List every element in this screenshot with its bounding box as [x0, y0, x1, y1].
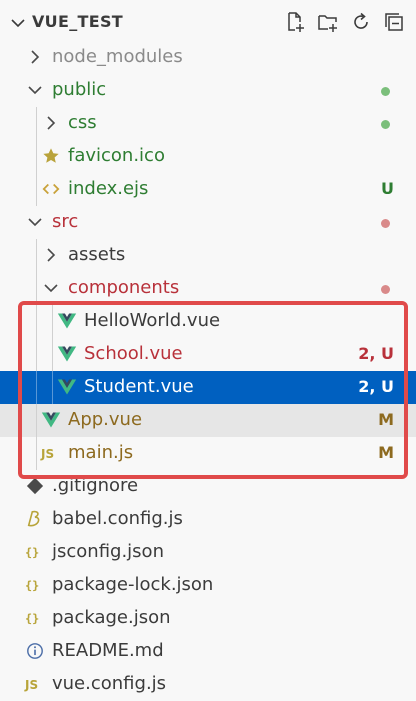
tree-item-label: .gitignore [52, 475, 139, 496]
explorer-actions [283, 10, 406, 34]
indent-guide [36, 107, 37, 140]
status-badge: 2, U [358, 344, 394, 363]
folder-src[interactable]: src [0, 206, 416, 239]
status-badge: M [378, 410, 394, 429]
tree-item-label: vue.config.js [52, 673, 167, 694]
indent-guide [36, 239, 37, 272]
indent-guide [36, 371, 37, 404]
folder-node-modules[interactable]: node_modules [0, 41, 416, 74]
star-icon [40, 145, 62, 167]
new-file-icon[interactable] [283, 10, 307, 34]
tree-item-label: App.vue [68, 409, 143, 430]
chevron-right-icon[interactable] [41, 113, 61, 133]
chevron-down-icon[interactable] [25, 212, 45, 232]
vue-icon [56, 376, 78, 398]
indent-guide [36, 140, 37, 173]
file-index-ejs[interactable]: index.ejs U [0, 173, 416, 206]
svg-text:JS: JS [24, 678, 38, 692]
status-badge: 2, U [358, 377, 394, 396]
tree-item-label: package-lock.json [52, 574, 214, 595]
tree-item-label: HelloWorld.vue [84, 310, 221, 331]
tree-item-label: School.vue [84, 343, 183, 364]
svg-text:JS: JS [40, 447, 54, 461]
svg-text:{}: {} [25, 612, 39, 626]
folder-public[interactable]: public [0, 74, 416, 107]
folder-css[interactable]: css [0, 107, 416, 140]
file-package-json[interactable]: {} package.json [0, 602, 416, 635]
indent-guide [36, 437, 37, 470]
status-dot [381, 87, 390, 96]
svg-text:{}: {} [25, 579, 39, 593]
explorer-header: VUE_TEST [0, 0, 416, 46]
tree-item-label: jsconfig.json [52, 541, 164, 562]
tree-item-label: src [52, 211, 79, 232]
tree-item-label: Student.vue [84, 376, 194, 397]
json-icon: {} [24, 574, 46, 596]
vue-icon [40, 409, 62, 431]
explorer-title[interactable]: VUE_TEST [32, 12, 123, 31]
json-icon: {} [24, 541, 46, 563]
vue-icon [56, 310, 78, 332]
file-tree: node_modulespublic css favicon.ico index.ej… [0, 41, 416, 701]
collapse-all-icon[interactable] [382, 10, 406, 34]
status-dot [381, 219, 390, 228]
file-package-lock-json[interactable]: {} package-lock.json [0, 569, 416, 602]
indent-guide [36, 305, 37, 338]
chevron-down-icon[interactable] [41, 278, 61, 298]
tree-item-label: favicon.ico [68, 145, 165, 166]
js-icon: JS [24, 673, 46, 695]
file-babel-config-js[interactable]: babel.config.js [0, 503, 416, 536]
new-folder-icon[interactable] [316, 10, 340, 34]
status-dot [381, 285, 390, 294]
chevron-right-icon[interactable] [25, 47, 45, 67]
file-readme-md[interactable]: README.md [0, 635, 416, 668]
babel-icon [24, 508, 46, 530]
indent-guide [36, 338, 37, 371]
file-school-vue[interactable]: School.vue 2, U [0, 338, 416, 371]
json-icon: {} [24, 607, 46, 629]
refresh-icon[interactable] [349, 10, 373, 34]
info-icon [24, 640, 46, 662]
file-main-js[interactable]: JS main.js M [0, 437, 416, 470]
indent-guide [36, 272, 37, 305]
tree-item-label: css [68, 112, 97, 133]
file-jsconfig-json[interactable]: {} jsconfig.json [0, 536, 416, 569]
tree-item-label: babel.config.js [52, 508, 183, 529]
tree-item-label: assets [68, 244, 126, 265]
indent-guide [36, 404, 37, 437]
chevron-down-icon[interactable] [25, 80, 45, 100]
indent-guide [52, 371, 53, 404]
git-icon [24, 475, 46, 497]
tree-item-label: node_modules [52, 46, 183, 67]
tree-item-label: README.md [52, 640, 164, 661]
status-badge: U [381, 179, 394, 198]
code-icon [40, 178, 62, 200]
js-icon: JS [40, 442, 62, 464]
indent-guide [52, 305, 53, 338]
tree-item-label: components [68, 277, 180, 298]
folder-components[interactable]: components [0, 272, 416, 305]
chevron-right-icon[interactable] [41, 245, 61, 265]
indent-guide [52, 338, 53, 371]
tree-item-label: main.js [68, 442, 134, 463]
chevron-down-icon[interactable] [8, 13, 28, 33]
tree-item-label: public [52, 79, 107, 100]
file-gitignore[interactable]: .gitignore [0, 470, 416, 503]
tree-item-label: package.json [52, 607, 171, 628]
file-app-vue[interactable]: App.vue M [0, 404, 416, 437]
vue-icon [56, 343, 78, 365]
folder-assets[interactable]: assets [0, 239, 416, 272]
svg-text:{}: {} [25, 546, 39, 560]
file-favicon-ico[interactable]: favicon.ico [0, 140, 416, 173]
indent-guide [36, 173, 37, 206]
file-helloworld-vue[interactable]: HelloWorld.vue [0, 305, 416, 338]
file-student-vue[interactable]: Student.vue 2, U [0, 371, 416, 404]
file-vue-config-js[interactable]: JS vue.config.js [0, 668, 416, 701]
status-dot [381, 120, 390, 129]
status-badge: M [378, 443, 394, 462]
tree-item-label: index.ejs [68, 178, 149, 199]
